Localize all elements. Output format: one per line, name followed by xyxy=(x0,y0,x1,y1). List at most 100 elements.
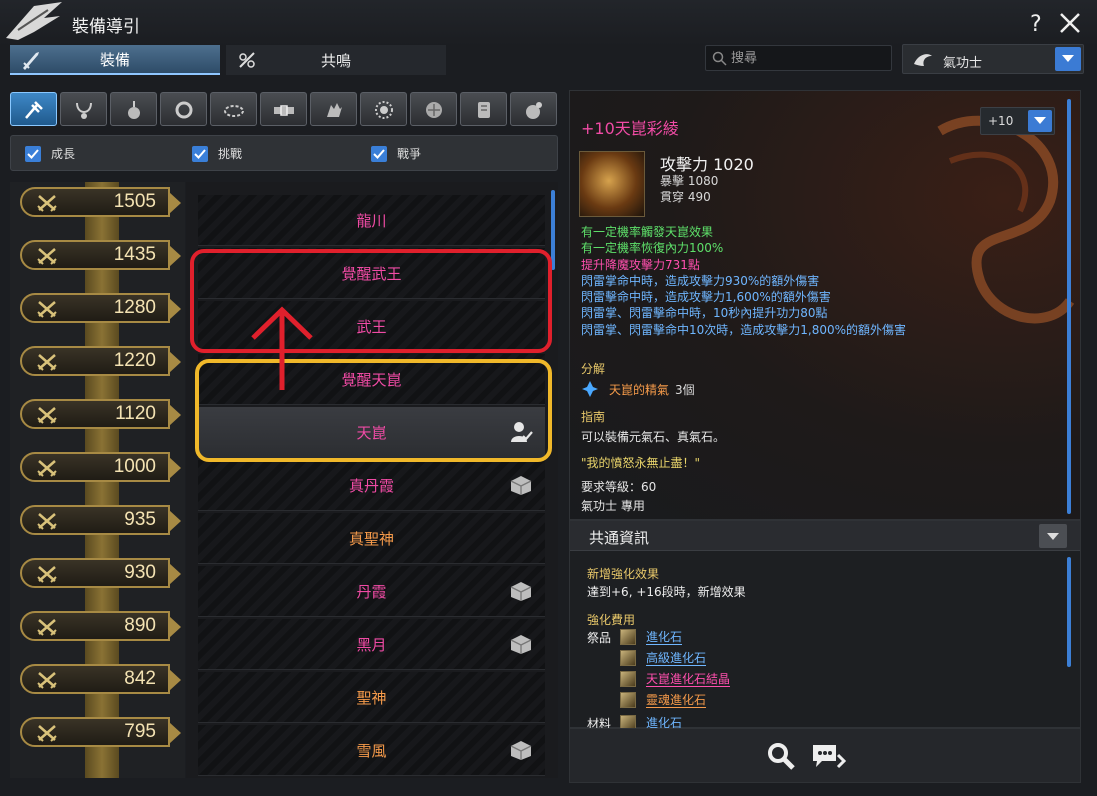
effect-line: 提升降魔攻擊力731點 xyxy=(581,257,700,272)
checkbox[interactable] xyxy=(371,145,387,162)
material-row: 靈魂進化石 xyxy=(620,692,707,708)
material-link[interactable]: 天崑進化石結晶 xyxy=(646,672,731,687)
dismantle-label: 分解 xyxy=(581,362,606,376)
enhance-dropdown-button[interactable] xyxy=(1028,110,1052,132)
class-dropdown-button[interactable] xyxy=(1055,47,1081,71)
attack-level-value: 1000 xyxy=(113,456,156,477)
tab-resonance-label: 共鳴 xyxy=(320,51,351,70)
detail-scrollbar[interactable] xyxy=(1067,99,1071,514)
shared-info-scrollbar[interactable] xyxy=(1067,557,1071,667)
essence-icon xyxy=(582,381,598,397)
earring-icon xyxy=(128,101,140,119)
stat-pierce: 貫穿 490 xyxy=(660,190,711,204)
search-input[interactable] xyxy=(731,48,886,68)
crossed-swords-icon xyxy=(37,619,57,636)
attack-level-column: 1505 1435 1280 1220 1120 1000 935 930 890 842 795 xyxy=(10,182,185,778)
weapon-row[interactable]: 雪風 xyxy=(198,725,545,776)
weapon-row[interactable]: 聖神 xyxy=(198,672,545,723)
material-icon xyxy=(620,650,636,666)
tab-equipment[interactable]: 裝備 xyxy=(10,45,220,75)
search-box xyxy=(705,45,892,71)
checkbox[interactable] xyxy=(25,145,41,162)
effect-line: 閃雷擊命中時，造成攻擊力1,600%的額外傷害 xyxy=(581,290,831,305)
attack-level-badge: 1280 xyxy=(20,293,181,323)
slot-soul[interactable] xyxy=(360,92,407,126)
guide-text: 可以裝備元氣石、真氣石。 xyxy=(581,430,726,444)
attack-level-badge: 930 xyxy=(20,558,181,588)
shared-info-header: 共通資訊 xyxy=(570,521,1080,551)
slot-necklace[interactable] xyxy=(60,92,107,126)
material-row: 高級進化石 xyxy=(620,650,707,666)
help-icon[interactable]: ? xyxy=(1030,12,1042,37)
attack-level-badge: 935 xyxy=(20,505,181,535)
filter-growth[interactable]: 成長 xyxy=(25,145,75,162)
attack-level-value: 842 xyxy=(124,668,156,689)
attack-level-badge: 1000 xyxy=(20,452,181,482)
crossed-swords-icon xyxy=(37,513,57,530)
heart-icon xyxy=(426,102,442,118)
slot-earring[interactable] xyxy=(110,92,157,126)
weapon-icon xyxy=(25,101,43,119)
item-quote: "我的憤怒永無止盡！" xyxy=(581,456,701,470)
slot-belt[interactable] xyxy=(260,92,307,126)
checkbox[interactable] xyxy=(192,145,208,162)
crossed-swords-icon xyxy=(37,460,57,477)
box-icon xyxy=(510,476,532,495)
enhance-level-select[interactable]: +10 xyxy=(980,107,1055,135)
offering-label: 祭品 xyxy=(587,631,612,645)
slot-ring[interactable] xyxy=(160,92,207,126)
weapon-row[interactable]: 丹霞 xyxy=(198,566,545,617)
crossed-swords-icon xyxy=(37,566,57,583)
filter-challenge[interactable]: 挑戰 xyxy=(192,145,242,162)
weapon-row[interactable]: 真聖神 xyxy=(198,513,545,564)
item-title: +10天崑彩綾 xyxy=(581,119,679,138)
crossed-swords-icon xyxy=(37,407,57,424)
logo-icon xyxy=(6,2,62,40)
close-icon[interactable] xyxy=(1058,11,1082,35)
shared-info-panel: 共通資訊 新增強化效果 達到+6, +16段時，新增效果 強化費用 祭品 材料 … xyxy=(569,520,1081,731)
material-link[interactable]: 靈魂進化石 xyxy=(646,693,707,708)
material-link[interactable]: 進化石 xyxy=(646,630,683,645)
box-icon xyxy=(510,741,532,760)
slot-bracelet[interactable] xyxy=(210,92,257,126)
crossed-swords-icon xyxy=(37,301,57,318)
tab-equipment-label: 裝備 xyxy=(99,50,130,69)
attack-level-badge: 890 xyxy=(20,611,181,641)
required-level: 要求等級：60 xyxy=(581,480,657,494)
box-icon xyxy=(510,582,532,601)
material-link[interactable]: 高級進化石 xyxy=(646,651,707,666)
weapon-name: 真聖神 xyxy=(348,530,394,548)
slot-pet[interactable] xyxy=(510,92,557,126)
weapon-row[interactable]: 龍川 xyxy=(198,195,545,246)
attack-level-badge: 842 xyxy=(20,664,181,694)
effect-line: 閃雷掌命中時，造成攻擊力930%的額外傷害 xyxy=(581,273,820,288)
effect-line: 閃雷掌、閃雷擊命中時，10秒內提升功力80點 xyxy=(581,306,828,321)
filter-label: 挑戰 xyxy=(218,147,243,161)
ring-icon xyxy=(175,101,193,119)
weapon-name: 黑月 xyxy=(356,636,387,654)
slot-glove[interactable] xyxy=(310,92,357,126)
check-icon xyxy=(27,148,39,159)
shared-info-toggle[interactable] xyxy=(1039,524,1067,548)
tab-resonance[interactable]: 共鳴 xyxy=(226,45,446,75)
weapon-row[interactable]: 真丹霞 xyxy=(198,460,545,511)
chevron-down-icon xyxy=(1034,117,1046,124)
item-effects: 有一定機率觸發天崑效果 有一定機率恢復內力100% 提升降魔攻擊力731點 閃雷掌命中… xyxy=(581,224,906,338)
class-select[interactable]: 氣功士 xyxy=(902,44,1084,74)
slot-talisman[interactable] xyxy=(460,92,507,126)
weapon-row[interactable]: 黑月 xyxy=(198,619,545,670)
slot-weapon[interactable] xyxy=(10,92,57,126)
glove-icon xyxy=(327,103,342,117)
material-row: 天崑進化石結晶 xyxy=(620,671,731,687)
essence-count: 3個 xyxy=(675,382,695,397)
item-detail-panel: +10天崑彩綾 +10 攻擊力 1020 暴擊 1080 貫穿 490 有一定機… xyxy=(569,90,1081,520)
attack-level-badge: 1505 xyxy=(20,187,181,217)
weapon-list-scrollbar[interactable] xyxy=(551,190,555,270)
chat-share-icon[interactable] xyxy=(810,741,846,771)
zoom-icon[interactable] xyxy=(766,741,796,771)
slot-heart[interactable] xyxy=(410,92,457,126)
necklace-icon xyxy=(76,102,92,119)
filter-war[interactable]: 戰爭 xyxy=(371,145,421,162)
enhance-level-label: +10 xyxy=(988,114,1014,128)
essence-name[interactable]: 天崑的精氣 xyxy=(609,381,669,398)
